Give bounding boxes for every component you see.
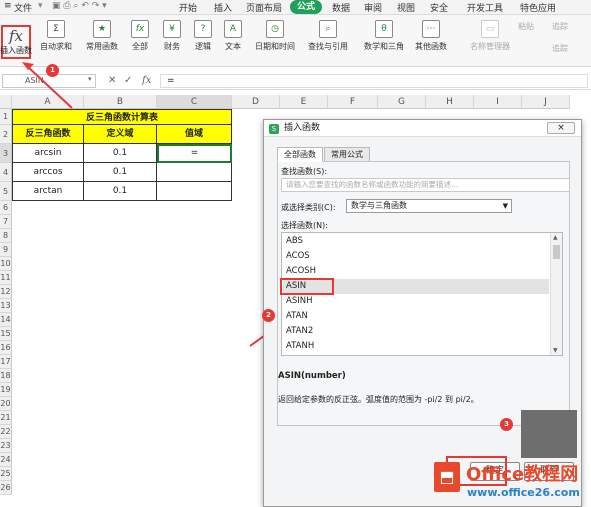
scroll-down-icon[interactable]: ▼	[553, 347, 558, 354]
watermark-logo: ⬒ Office教程网 www.office26.com	[430, 458, 590, 507]
category-label: 或选择类别(C):	[281, 203, 336, 212]
list-item[interactable]: ACOS	[283, 249, 549, 264]
function-signature: ASIN(number)	[278, 371, 346, 381]
scroll-thumb[interactable]	[553, 245, 560, 259]
dialog-title: 插入函数	[284, 123, 321, 133]
dropdown-arrow-icon: ▼	[502, 202, 508, 210]
office-logo-icon: ⬒	[434, 462, 460, 492]
step-badge-2: 2	[262, 309, 275, 322]
list-item[interactable]: ABS	[283, 234, 549, 249]
search-input[interactable]: 请输入您要查找的函数名称或函数功能的简要描述...	[281, 178, 570, 192]
function-description: 返回给定参数的反正弦。弧度值的范围为 -pi/2 到 pi/2。	[278, 395, 479, 404]
scroll-up-icon[interactable]: ▲	[553, 234, 558, 241]
tab-all-functions[interactable]: 全部函数	[277, 147, 323, 162]
app-icon: S	[269, 124, 279, 134]
list-item[interactable]: ATAN2	[283, 324, 549, 339]
search-label: 查找函数(S):	[281, 167, 328, 176]
close-icon[interactable]: ×	[547, 122, 575, 134]
arrow-1-head	[22, 62, 34, 70]
step-badge-3: 3	[500, 418, 513, 431]
list-item[interactable]: ACOSH	[283, 264, 549, 279]
list-scrollbar[interactable]: ▲ ▼	[550, 233, 562, 355]
watermark-url: www.office26.com	[467, 486, 580, 499]
list-item[interactable]: ATAN	[283, 309, 549, 324]
list-item[interactable]: ASINH	[283, 294, 549, 309]
category-value: 数学与三角函数	[351, 201, 407, 210]
category-select[interactable]: 数学与三角函数 ▼	[346, 199, 512, 213]
redacted-block	[521, 410, 577, 458]
tab-common-formulas[interactable]: 常用公式	[324, 147, 370, 162]
step-badge-1: 1	[46, 64, 59, 77]
list-item[interactable]: ATANH	[283, 339, 549, 354]
selected-function-highlight	[280, 278, 334, 295]
watermark-brand: Office教程网	[466, 464, 579, 485]
select-function-label: 选择函数(N):	[281, 221, 328, 230]
dialog-titlebar[interactable]: S 插入函数 ×	[264, 120, 581, 137]
